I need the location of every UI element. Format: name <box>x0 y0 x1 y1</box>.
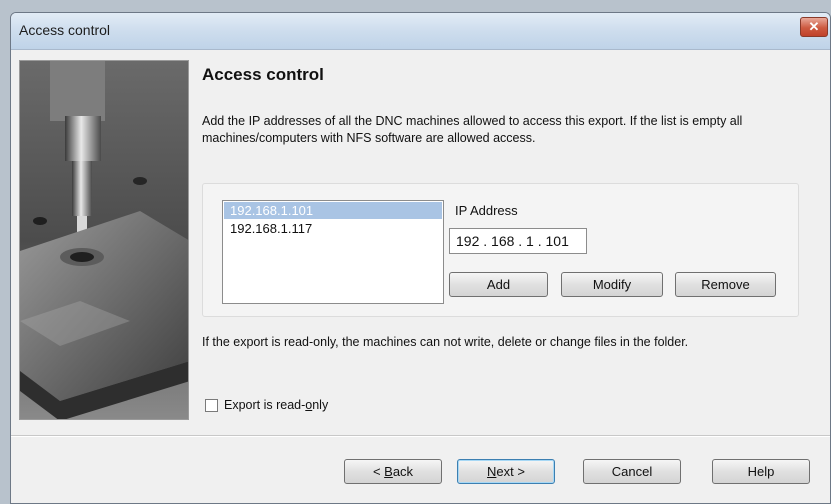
export-readonly-label[interactable]: Export is read-only <box>224 398 328 412</box>
close-icon: ✕ <box>808 19 820 34</box>
machine-illustration <box>20 61 188 419</box>
remove-button[interactable]: Remove <box>675 272 776 297</box>
ip-address-field[interactable]: 192 . 168 . 1 . 101 <box>449 228 587 254</box>
access-control-dialog: Access control ✕ Access control Add the … <box>10 12 831 504</box>
modify-button[interactable]: Modify <box>561 272 663 297</box>
add-button[interactable]: Add <box>449 272 548 297</box>
page-title: Access control <box>202 65 324 84</box>
title-bar[interactable]: Access control ✕ <box>11 13 830 50</box>
export-readonly-checkbox[interactable] <box>205 399 218 412</box>
remove-button-label: Remove <box>701 277 750 292</box>
back-button-label: < Back <box>372 464 414 479</box>
ip-address-list[interactable]: 192.168.1.101 192.168.1.117 <box>222 200 444 304</box>
ip-address-label: IP Address <box>455 203 518 218</box>
modify-button-label: Modify <box>592 277 632 292</box>
ip-list-item[interactable]: 192.168.1.101 <box>224 202 442 219</box>
close-button[interactable]: ✕ <box>800 17 828 37</box>
add-button-label: Add <box>486 277 511 292</box>
next-button[interactable]: Next > <box>457 459 555 484</box>
help-button-label: Help <box>747 464 775 479</box>
next-button-label: Next > <box>487 464 525 479</box>
footer-separator <box>11 435 830 437</box>
readonly-note: If the export is read-only, the machines… <box>202 335 689 349</box>
page-description: Add the IP addresses of all the DNC mach… <box>202 114 743 145</box>
help-button[interactable]: Help <box>712 459 810 484</box>
ip-list-item[interactable]: 192.168.1.117 <box>224 220 442 237</box>
background-left <box>0 0 10 504</box>
cancel-button-label: Cancel <box>611 464 653 479</box>
window-title: Access control <box>19 22 111 38</box>
back-button[interactable]: < Back <box>344 459 442 484</box>
cnc-milling-machine-image <box>19 60 189 420</box>
cancel-button[interactable]: Cancel <box>583 459 681 484</box>
